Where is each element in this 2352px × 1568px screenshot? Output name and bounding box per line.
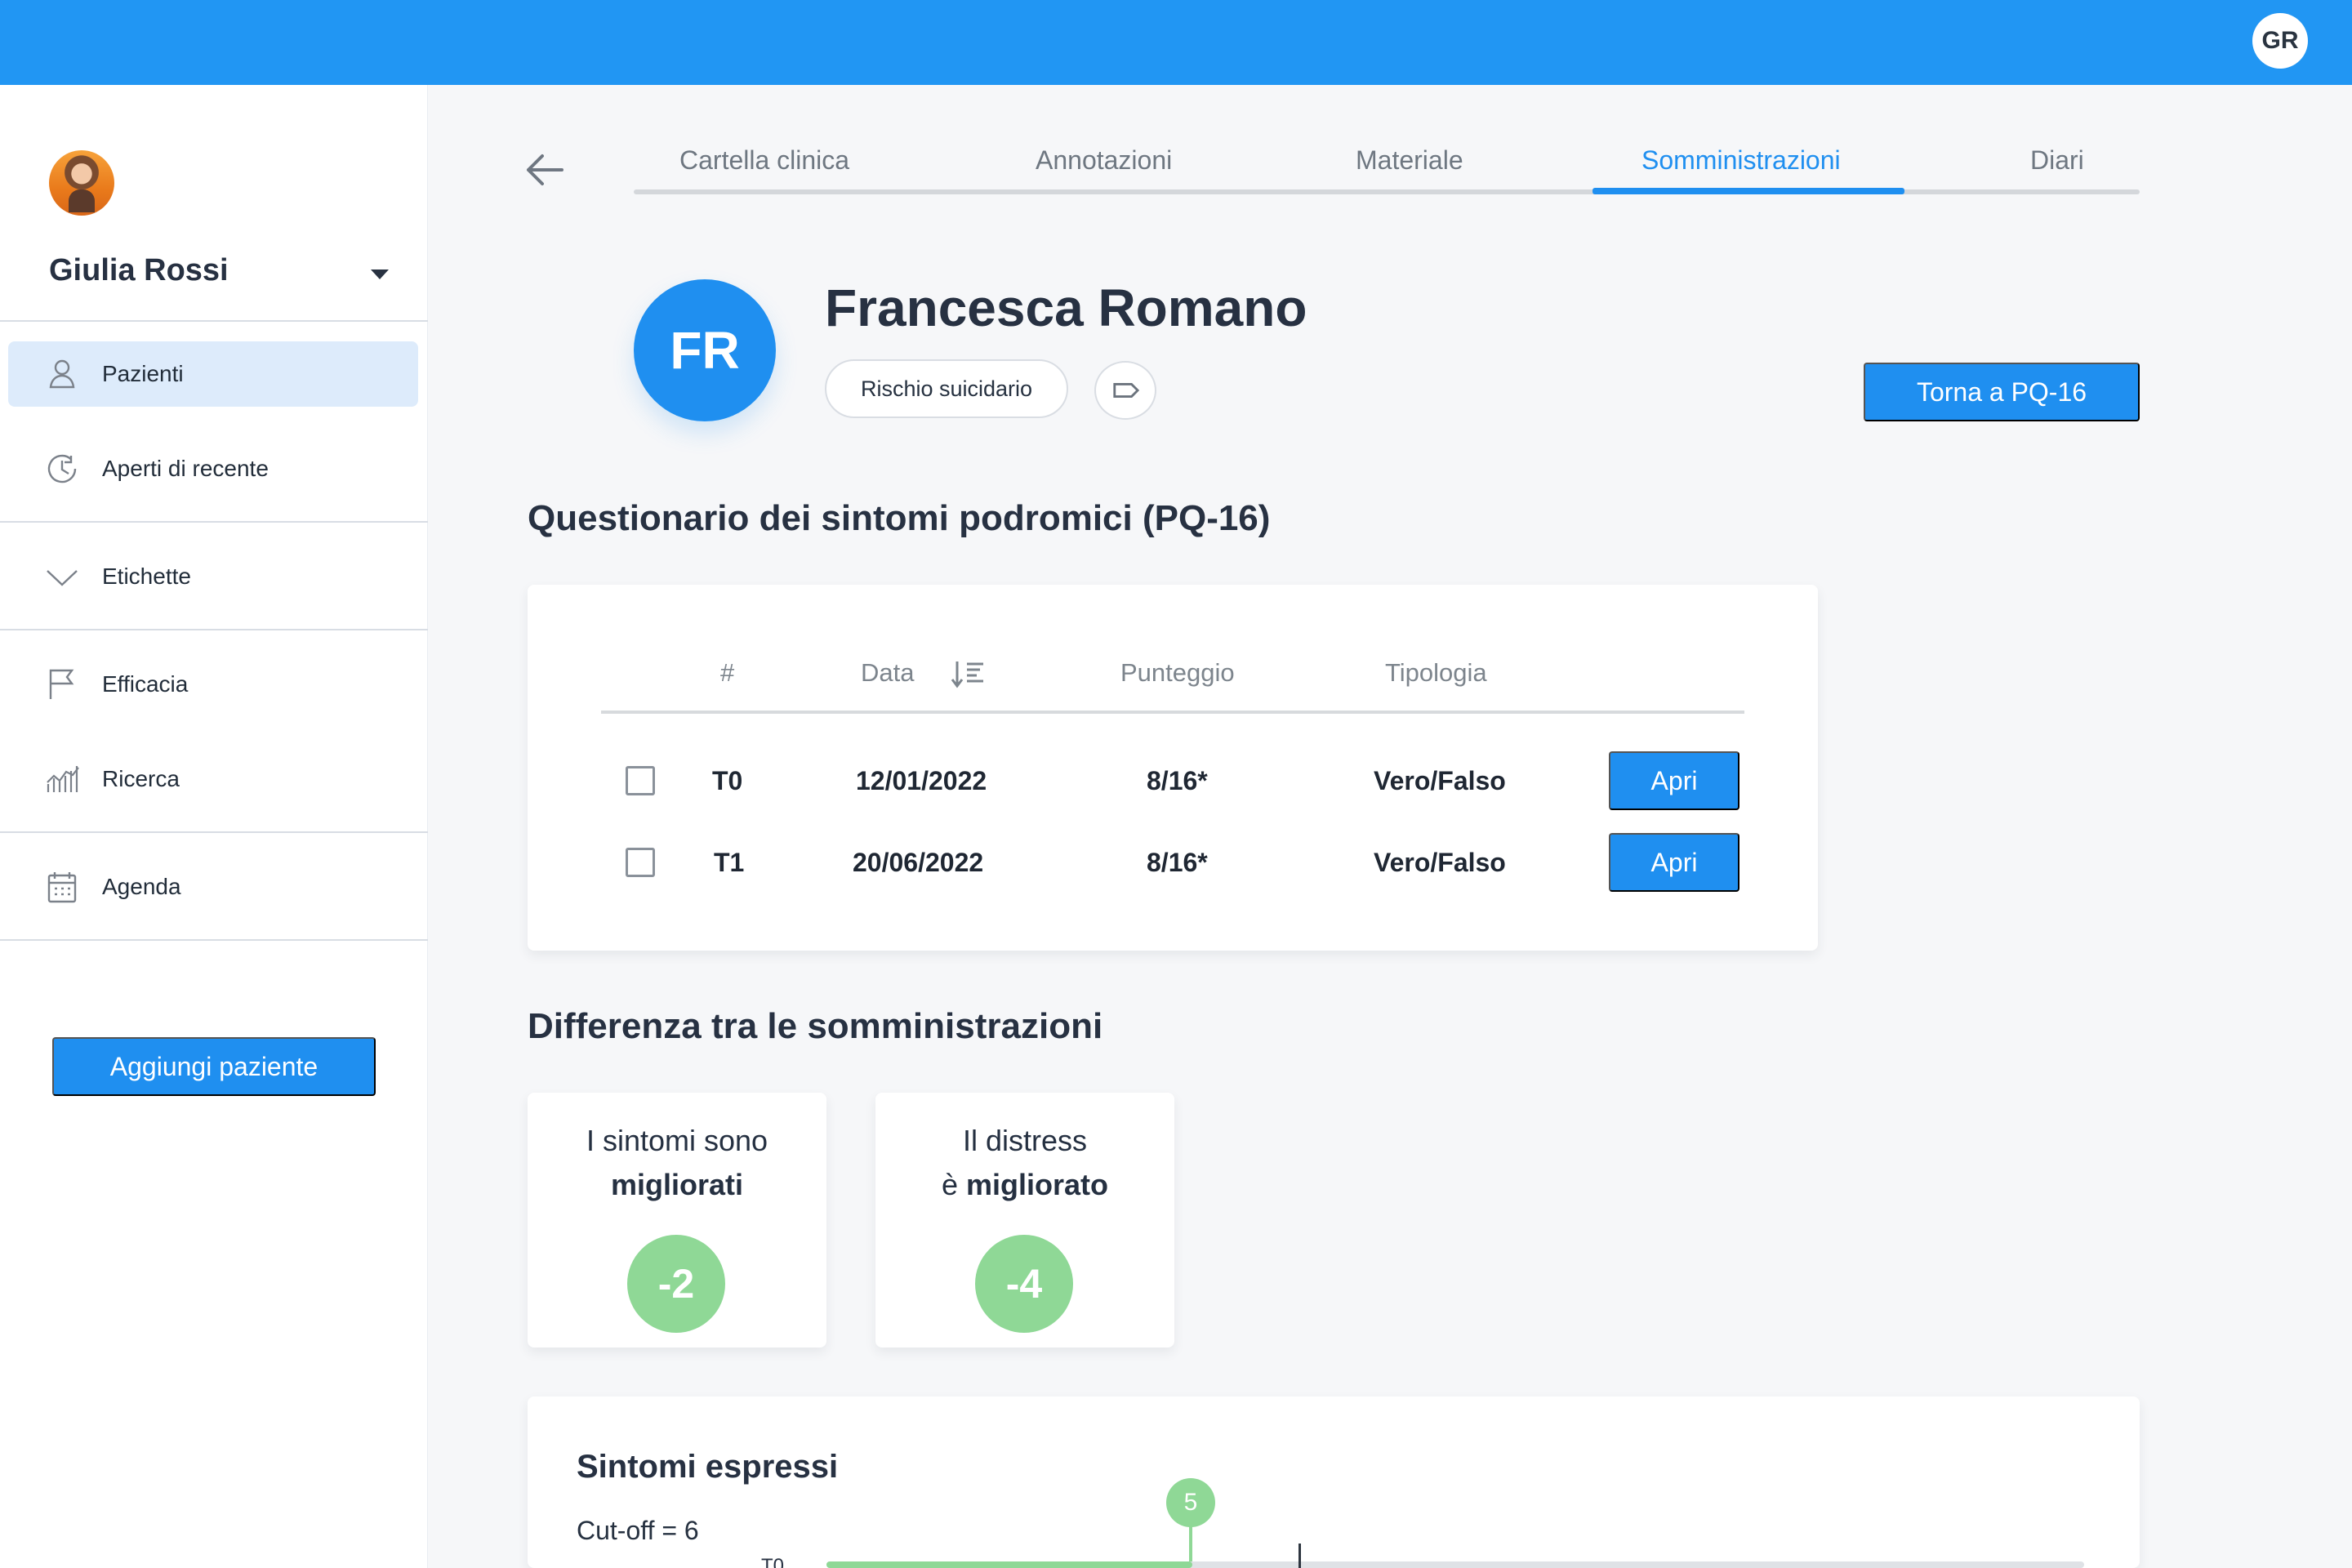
administration-id: T0	[712, 766, 743, 795]
row-checkbox[interactable]	[626, 766, 655, 795]
patient-icon	[49, 359, 75, 389]
questionnaire-title: Questionario dei sintomi podromici (PQ-1…	[528, 498, 1271, 538]
sidebar-item-label: Ricerca	[102, 766, 180, 791]
symptom-value-marker: 5	[1166, 1478, 1215, 1527]
sidebar-divider	[0, 629, 428, 630]
tab-annotazioni[interactable]: Annotazioni	[1036, 145, 1172, 176]
history-icon	[47, 454, 77, 483]
flag-icon	[49, 669, 74, 699]
return-to-pq16-button[interactable]: Torna a PQ-16	[1864, 363, 2140, 421]
metric-score-badge: -4	[975, 1235, 1073, 1333]
metric-caption: I sintomi sono migliorati	[528, 1119, 826, 1207]
table-header-divider	[601, 710, 1744, 714]
patient-tabs: Cartella clinica Annotazioni Materiale S…	[634, 139, 2140, 196]
row-checkbox[interactable]	[626, 848, 655, 877]
tab-diari[interactable]: Diari	[2030, 145, 2084, 176]
metric-caption: Il distress è migliorato	[875, 1119, 1174, 1207]
add-tag-button[interactable]	[1094, 361, 1156, 420]
patient-initials-avatar: FR	[634, 279, 776, 421]
administration-score: 8/16*	[1147, 848, 1208, 877]
tab-materiale[interactable]: Materiale	[1356, 145, 1463, 176]
sidebar-item-label: Agenda	[102, 874, 181, 899]
administration-date: 20/06/2022	[853, 848, 984, 877]
sidebar-item-label: Aperti di recente	[102, 456, 269, 481]
cutoff-indicator	[1298, 1544, 1301, 1568]
sidebar-divider	[0, 939, 428, 941]
tab-underline-track	[634, 189, 2140, 194]
analytics-chart-icon	[47, 766, 79, 792]
administration-type: Vero/Falso	[1374, 766, 1506, 795]
metric-emphasis: migliorati	[610, 1168, 744, 1201]
sidebar-item-etichette[interactable]: Etichette	[8, 544, 418, 609]
user-avatar[interactable]	[49, 150, 114, 216]
sidebar-item-ricerca[interactable]: Ricerca	[8, 746, 418, 812]
metric-line: Il distress	[962, 1124, 1088, 1157]
sort-icon[interactable]	[951, 658, 987, 689]
table-header-date[interactable]: Data	[861, 658, 914, 688]
user-initials-badge[interactable]: GR	[2252, 13, 2308, 69]
active-tab-underline	[1592, 188, 1904, 194]
metric-line: I sintomi sono	[586, 1124, 768, 1157]
administration-type: Vero/Falso	[1374, 848, 1506, 877]
sidebar-user-name[interactable]: Giulia Rossi	[49, 253, 229, 288]
back-arrow-icon[interactable]	[523, 150, 565, 189]
calendar-icon	[47, 872, 77, 903]
symptoms-difference-card: I sintomi sono migliorati -2	[528, 1093, 826, 1348]
cutoff-label: Cut-off = 6	[577, 1516, 699, 1545]
open-administration-button[interactable]: Apri	[1609, 751, 1740, 810]
symptom-scale-fill	[826, 1561, 1192, 1568]
sidebar-item-efficacia[interactable]: Efficacia	[8, 652, 418, 717]
sidebar-item-label: Etichette	[102, 564, 191, 589]
patient-name: Francesca Romano	[825, 278, 1307, 337]
symptom-row-label: T0	[761, 1555, 785, 1568]
table-header-type: Tipologia	[1385, 658, 1487, 687]
expressed-symptoms-title: Sintomi espressi	[577, 1449, 839, 1485]
sidebar-divider	[0, 320, 428, 322]
administration-score: 8/16*	[1147, 766, 1208, 795]
sidebar-divider	[0, 521, 428, 523]
metric-score-badge: -2	[627, 1235, 725, 1333]
risk-badge[interactable]: Rischio suicidario	[825, 359, 1068, 418]
administration-id: T1	[714, 848, 745, 877]
sidebar-item-aperti-di-recente[interactable]: Aperti di recente	[8, 436, 418, 501]
sidebar-divider	[0, 831, 428, 833]
add-patient-button[interactable]: Aggiungi paziente	[52, 1037, 376, 1096]
chevron-down-icon	[47, 570, 78, 586]
table-header-number: #	[720, 658, 735, 687]
tab-cartella-clinica[interactable]: Cartella clinica	[679, 145, 849, 176]
sidebar-item-pazienti[interactable]: Pazienti	[8, 341, 418, 407]
tag-icon	[1113, 383, 1140, 398]
table-header-score: Punteggio	[1120, 658, 1235, 687]
tab-somministrazioni[interactable]: Somministrazioni	[1642, 145, 1841, 176]
sidebar: Giulia Rossi Pazienti Aperti di recente …	[0, 85, 428, 1568]
top-app-bar: GR	[0, 0, 2352, 85]
open-administration-button[interactable]: Apri	[1609, 833, 1740, 892]
sidebar-item-label: Pazienti	[102, 361, 184, 386]
distress-difference-card: Il distress è migliorato -4	[875, 1093, 1174, 1348]
differences-title: Differenza tra le somministrazioni	[528, 1006, 1103, 1046]
sidebar-item-label: Efficacia	[102, 671, 189, 697]
metric-prefix: è	[941, 1168, 958, 1201]
metric-emphasis: migliorato	[966, 1168, 1109, 1201]
sidebar-item-agenda[interactable]: Agenda	[8, 854, 418, 920]
administration-date: 12/01/2022	[856, 766, 987, 795]
user-dropdown-icon[interactable]	[371, 270, 389, 279]
